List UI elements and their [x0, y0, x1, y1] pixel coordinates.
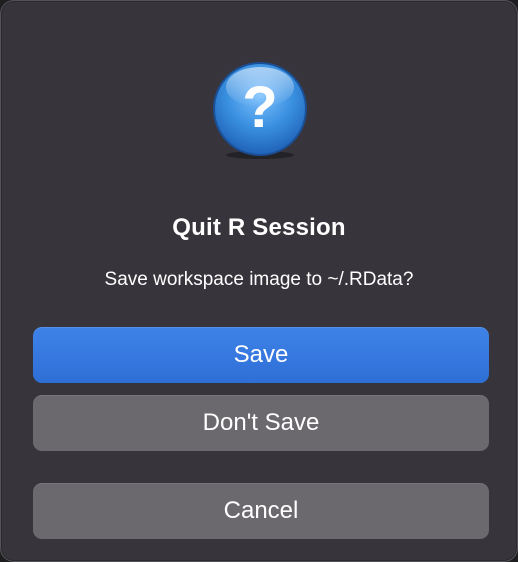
save-button[interactable]: Save	[33, 327, 489, 383]
quit-session-dialog: ? Quit R Session Save workspace image to…	[0, 0, 518, 562]
save-button-label: Save	[233, 341, 289, 368]
question-mark-icon: ?	[210, 61, 310, 161]
dont-save-button[interactable]: Don't Save	[33, 395, 489, 451]
svg-text:?: ?	[242, 75, 277, 140]
cancel-button-label: Cancel	[223, 497, 299, 524]
dont-save-button-label: Don't Save	[202, 409, 320, 436]
dialog-message: Save workspace image to ~/.RData?	[104, 269, 414, 290]
cancel-button[interactable]: Cancel	[33, 483, 489, 539]
dialog-title: Quit R Session	[172, 214, 346, 241]
